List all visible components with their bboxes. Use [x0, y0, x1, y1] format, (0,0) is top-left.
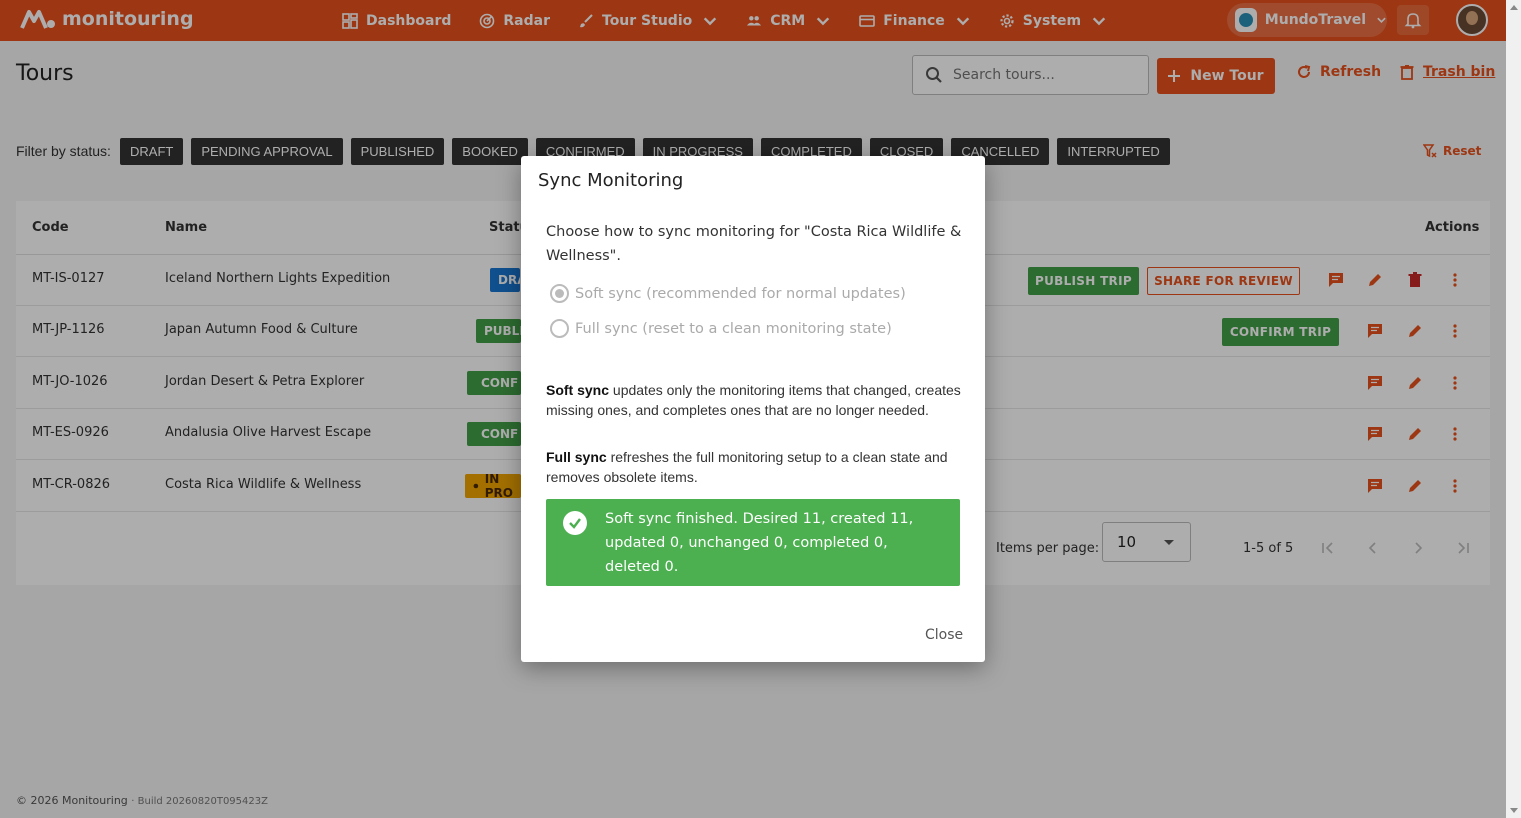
- full-sync-option[interactable]: Full sync (reset to a clean monitoring s…: [550, 319, 892, 338]
- soft-sync-description: updates only the monitoring items that c…: [546, 382, 961, 418]
- full-sync-explanation: Full sync refreshes the full monitoring …: [546, 447, 966, 487]
- sync-monitoring-dialog: Sync Monitoring Choose how to sync monit…: [521, 156, 985, 662]
- soft-sync-option[interactable]: Soft sync (recommended for normal update…: [550, 284, 906, 303]
- success-alert: Soft sync finished. Desired 11, created …: [546, 499, 960, 586]
- close-button[interactable]: Close: [925, 627, 963, 643]
- soft-sync-title: Soft sync: [546, 382, 610, 398]
- radio-selected-icon: [550, 284, 569, 303]
- soft-sync-explanation: Soft sync updates only the monitoring it…: [546, 380, 966, 420]
- check-circle-icon: [563, 511, 587, 535]
- radio-unselected-icon: [550, 319, 569, 338]
- full-sync-description: refreshes the full monitoring setup to a…: [546, 449, 948, 485]
- full-sync-title: Full sync: [546, 449, 607, 465]
- success-message: Soft sync finished. Desired 11, created …: [605, 511, 914, 575]
- dialog-question: Choose how to sync monitoring for "Costa…: [546, 224, 962, 264]
- full-sync-option-label: Full sync (reset to a clean monitoring s…: [575, 320, 892, 337]
- soft-sync-option-label: Soft sync (recommended for normal update…: [575, 285, 906, 302]
- dialog-title: Sync Monitoring: [538, 170, 684, 191]
- page-scrollbar[interactable]: [1506, 0, 1521, 818]
